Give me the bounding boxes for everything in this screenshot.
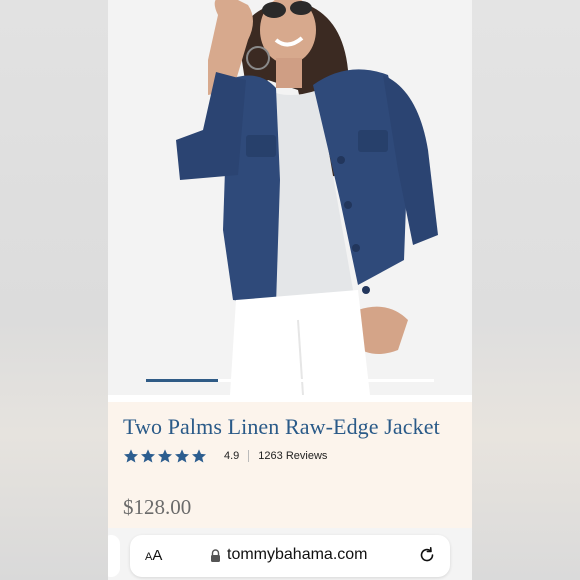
carousel-active-segment (146, 379, 218, 382)
reload-icon[interactable] (418, 546, 436, 564)
star-rating (123, 448, 207, 464)
reviews-link[interactable]: 1263 Reviews (258, 450, 327, 462)
blurred-margin-right (472, 0, 580, 580)
previous-tab-edge[interactable] (108, 535, 120, 577)
star-icon (192, 449, 206, 463)
rating-value: 4.9 (224, 450, 240, 462)
blurred-margin-left (0, 0, 108, 580)
product-photo[interactable] (108, 0, 472, 395)
image-carousel-indicator[interactable] (146, 379, 434, 382)
star-icon (124, 449, 138, 463)
url-text[interactable]: tommybahama.com (227, 546, 368, 564)
text-size-button[interactable]: AA (145, 547, 162, 564)
star-icon (141, 449, 155, 463)
lock-icon (211, 549, 220, 562)
address-bar[interactable]: AA tommybahama.com (130, 535, 450, 577)
product-info-panel: Two Palms Linen Raw-Edge Jacket 4.9 1263… (108, 402, 472, 528)
phone-screen: Two Palms Linen Raw-Edge Jacket 4.9 1263… (108, 0, 472, 580)
rating-divider (248, 450, 250, 462)
star-icon (158, 449, 172, 463)
browser-bottom-bar: AA tommybahama.com (108, 528, 472, 580)
product-price: $128.00 (123, 495, 192, 519)
rating-row[interactable]: 4.9 1263 Reviews (123, 446, 327, 466)
product-title: Two Palms Linen Raw-Edge Jacket (123, 414, 440, 439)
star-icon (175, 449, 189, 463)
